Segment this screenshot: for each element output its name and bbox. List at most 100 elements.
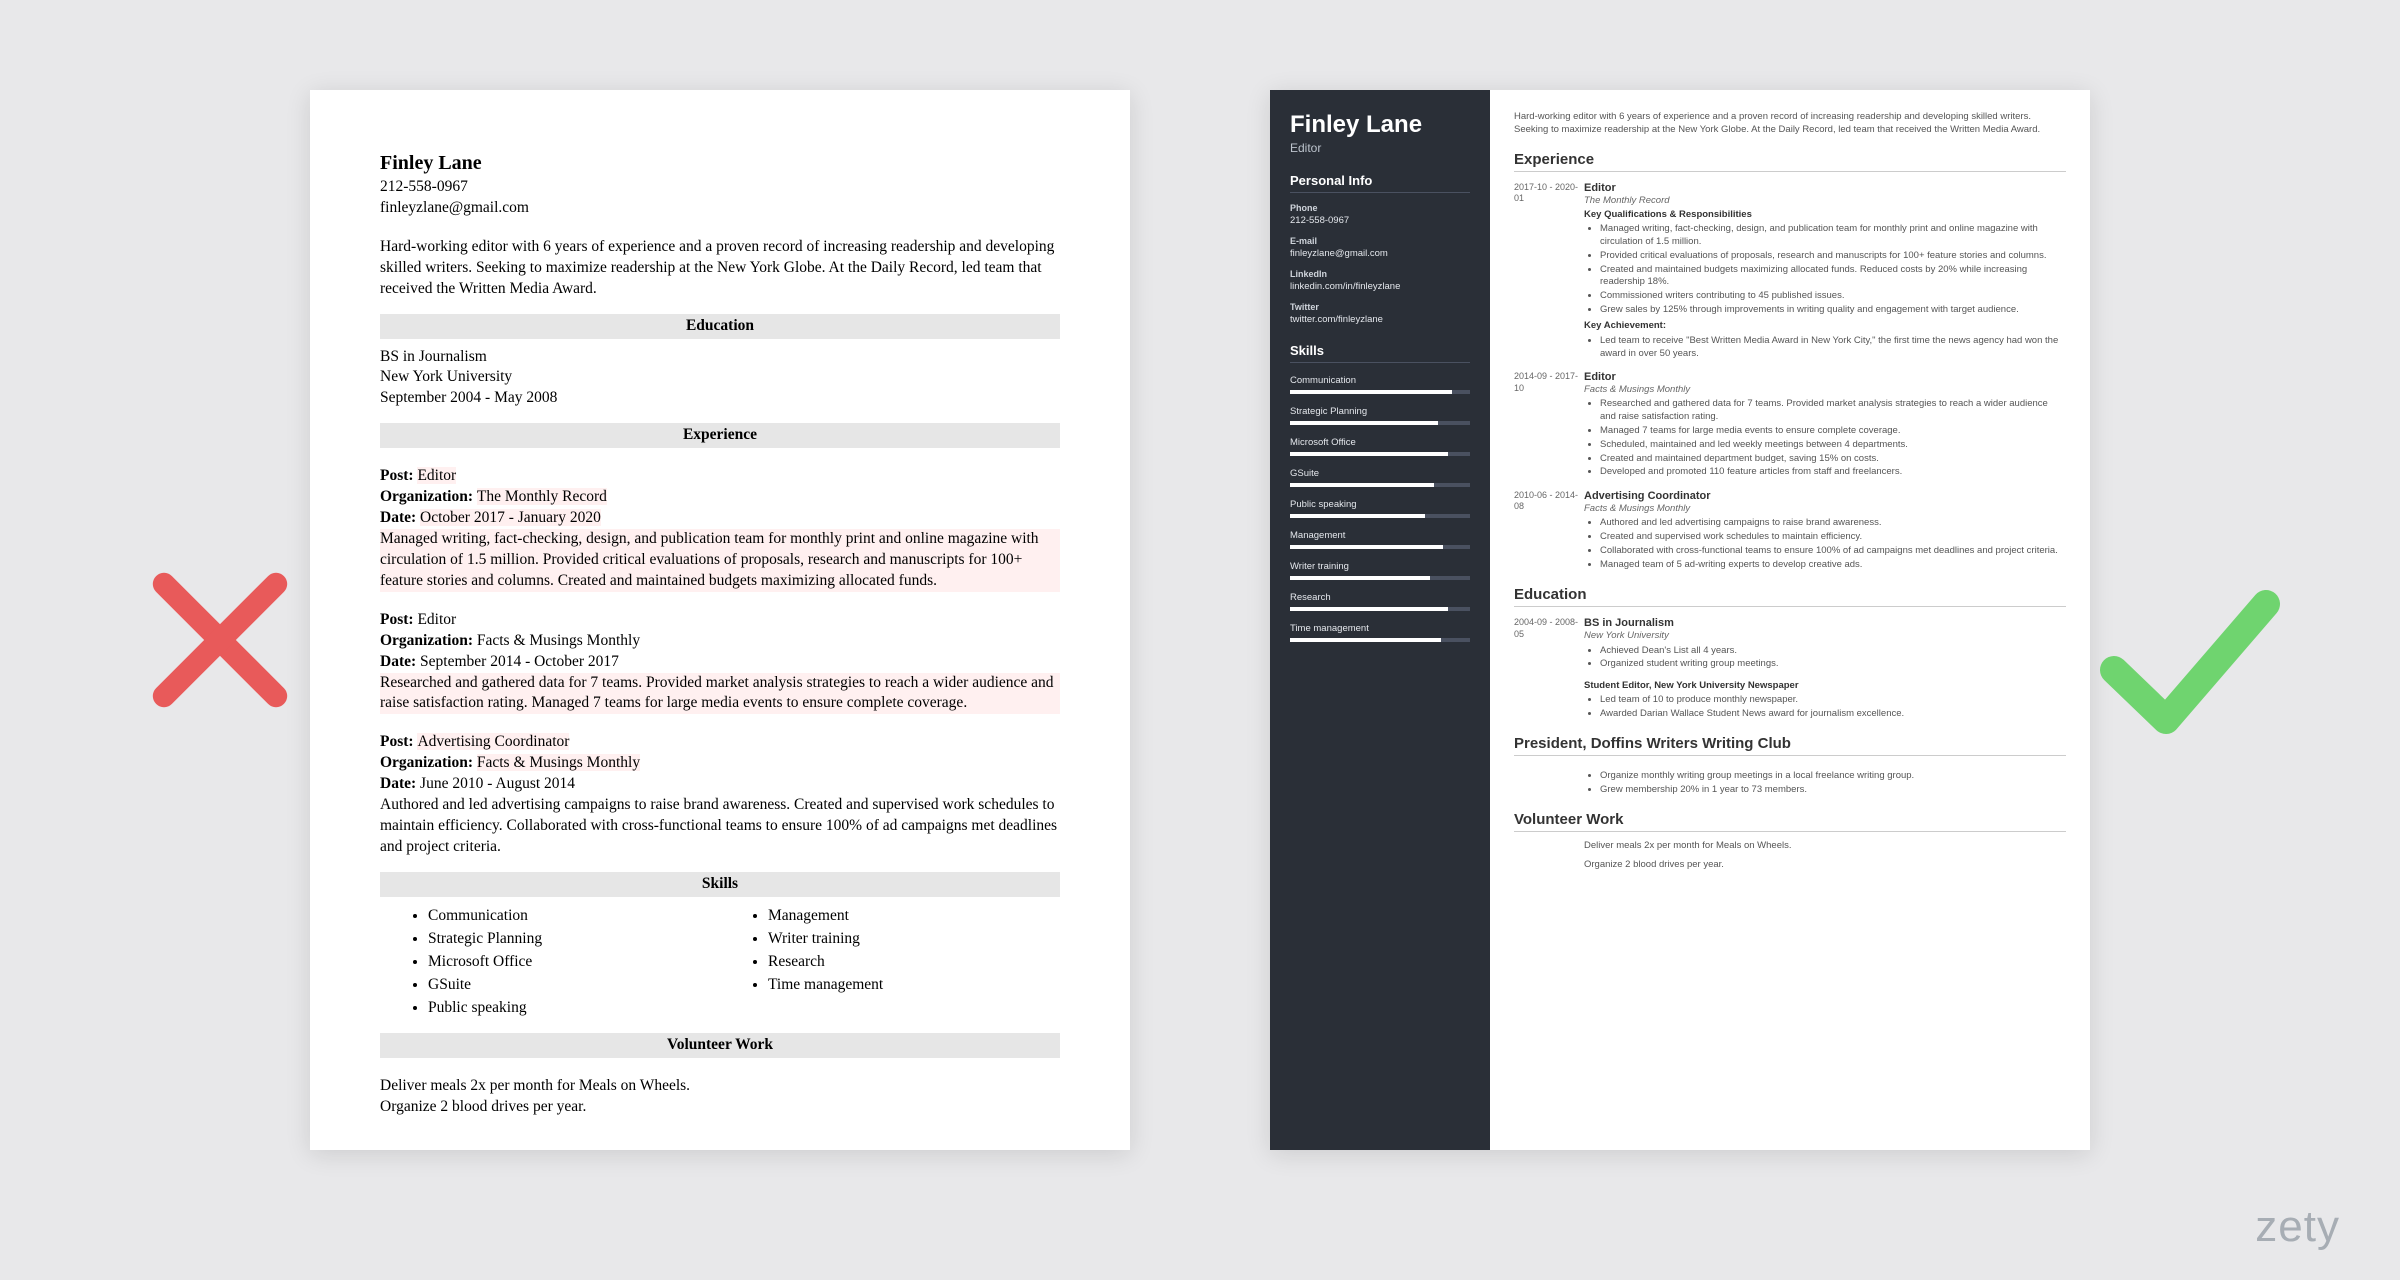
exp-title: Editor bbox=[1584, 371, 2066, 383]
info-value: finleyzlane@gmail.com bbox=[1290, 248, 1470, 259]
exp-dates: 2017-10 - 2020-01 bbox=[1514, 182, 1584, 361]
skill-bar bbox=[1290, 576, 1470, 580]
edu-dates: September 2004 - May 2008 bbox=[380, 388, 1060, 409]
exp-3: Post:Advertising Coordinator Organizatio… bbox=[380, 732, 1060, 858]
exp-bullet: Provided critical evaluations of proposa… bbox=[1600, 249, 2066, 263]
exp2-post: Editor bbox=[417, 611, 456, 628]
edu-bullet: Led team of 10 to produce monthly newspa… bbox=[1600, 694, 2066, 708]
section-volunteer: Volunteer Work bbox=[380, 1033, 1060, 1058]
exp-sub: Key Achievement: bbox=[1584, 320, 2066, 331]
club-bullet: Grew membership 20% in 1 year to 73 memb… bbox=[1600, 783, 2066, 797]
exp-dates: 2014-09 - 2017-10 bbox=[1514, 371, 1584, 480]
exp2-date: September 2014 - October 2017 bbox=[420, 653, 619, 670]
resume-left: Finley Lane 212-558-0967 finleyzlane@gma… bbox=[310, 90, 1130, 1150]
exp-title: Advertising Coordinator bbox=[1584, 490, 2066, 502]
resume-right: Finley Lane Editor Personal Info Phone21… bbox=[1270, 90, 2090, 1150]
phone: 212-558-0967 bbox=[380, 177, 1060, 198]
exp-bullet: Commissioned writers contributing to 45 … bbox=[1600, 290, 2066, 304]
info-value: twitter.com/finleyzlane bbox=[1290, 314, 1470, 325]
name: Finley Lane bbox=[1290, 112, 1470, 137]
exp-entry: 2010-06 - 2014-08Advertising Coordinator… bbox=[1514, 490, 2066, 572]
side-personal: Personal Info bbox=[1290, 173, 1470, 193]
skill-item: Communication bbox=[428, 905, 720, 928]
post-label: Post: bbox=[380, 467, 417, 484]
skill-name: GSuite bbox=[1290, 468, 1470, 479]
exp-bullet: Collaborated with cross-functional teams… bbox=[1600, 544, 2066, 558]
exp-bullet: Created and maintained budgets maximizin… bbox=[1600, 263, 2066, 290]
job-title: Editor bbox=[1290, 141, 1470, 155]
x-icon bbox=[140, 560, 300, 725]
edu-title: BS in Journalism bbox=[1584, 617, 2066, 629]
skill-bar bbox=[1290, 638, 1470, 642]
exp2-body: Researched and gathered data for 7 teams… bbox=[380, 673, 1060, 715]
exp-entry: 2017-10 - 2020-01EditorThe Monthly Recor… bbox=[1514, 182, 2066, 361]
heading-club: President, Doffins Writers Writing Club bbox=[1514, 735, 2066, 756]
exp3-org: Facts & Musings Monthly bbox=[477, 754, 640, 771]
exp3-post: Advertising Coordinator bbox=[417, 733, 569, 750]
side-skills: Skills bbox=[1290, 343, 1470, 363]
exp-bullet: Researched and gathered data for 7 teams… bbox=[1600, 398, 2066, 425]
skill-bar bbox=[1290, 545, 1470, 549]
email: finleyzlane@gmail.com bbox=[380, 198, 1060, 219]
skill-name: Time management bbox=[1290, 623, 1470, 634]
exp-dates: 2010-06 - 2014-08 bbox=[1514, 490, 1584, 572]
exp-entry: 2014-09 - 2017-10EditorFacts & Musings M… bbox=[1514, 371, 2066, 480]
exp-1: Post:Editor Organization:The Monthly Rec… bbox=[380, 466, 1060, 592]
skill-item: Time management bbox=[768, 974, 1060, 997]
skill-bar bbox=[1290, 390, 1470, 394]
section-skills: Skills bbox=[380, 872, 1060, 897]
exp-bullet: Authored and led advertising campaigns t… bbox=[1600, 517, 2066, 531]
exp-sub: Key Qualifications & Responsibilities bbox=[1584, 209, 2066, 220]
exp-org: Facts & Musings Monthly bbox=[1584, 384, 2066, 395]
main-column: Hard-working editor with 6 years of expe… bbox=[1490, 90, 2090, 1150]
skill-item: Strategic Planning bbox=[428, 928, 720, 951]
exp-bullet: Managed writing, fact-checking, design, … bbox=[1600, 223, 2066, 250]
date-label: Date: bbox=[380, 509, 420, 526]
skill-name: Management bbox=[1290, 530, 1470, 541]
skill-item: Microsoft Office bbox=[428, 951, 720, 974]
exp1-post: Editor bbox=[417, 467, 456, 484]
volunteer-lines: Deliver meals 2x per month for Meals on … bbox=[380, 1076, 1060, 1118]
skill-name: Communication bbox=[1290, 375, 1470, 386]
edu-degree: BS in Journalism bbox=[380, 347, 1060, 368]
skill-bar bbox=[1290, 607, 1470, 611]
skill-item: Writer training bbox=[768, 928, 1060, 951]
skill-item: Management bbox=[768, 905, 1060, 928]
exp1-org: The Monthly Record bbox=[477, 488, 607, 505]
exp-org: The Monthly Record bbox=[1584, 195, 2066, 206]
exp-bullet: Created and supervised work schedules to… bbox=[1600, 531, 2066, 545]
club-bullet: Organize monthly writing group meetings … bbox=[1600, 769, 2066, 783]
info-value: linkedin.com/in/finleyzlane bbox=[1290, 281, 1470, 292]
edu-bullet: Awarded Darian Wallace Student News awar… bbox=[1600, 707, 2066, 721]
summary: Hard-working editor with 6 years of expe… bbox=[380, 237, 1060, 300]
exp-title: Editor bbox=[1584, 182, 2066, 194]
section-experience: Experience bbox=[380, 423, 1060, 448]
exp3-body: Authored and led advertising campaigns t… bbox=[380, 795, 1060, 858]
info-value: 212-558-0967 bbox=[1290, 215, 1470, 226]
info-label: LinkedIn bbox=[1290, 269, 1470, 279]
exp-bullet: Led team to receive "Best Written Media … bbox=[1600, 334, 2066, 361]
check-icon bbox=[2090, 560, 2290, 765]
skill-item: Research bbox=[768, 951, 1060, 974]
heading-volunteer: Volunteer Work bbox=[1514, 811, 2066, 832]
exp-bullet: Managed team of 5 ad-writing experts to … bbox=[1600, 558, 2066, 572]
sidebar: Finley Lane Editor Personal Info Phone21… bbox=[1270, 90, 1490, 1150]
exp-bullet: Scheduled, maintained and led weekly mee… bbox=[1600, 438, 2066, 452]
exp1-body: Managed writing, fact-checking, design, … bbox=[380, 529, 1060, 592]
exp1-date: October 2017 - January 2020 bbox=[420, 509, 601, 526]
skill-name: Strategic Planning bbox=[1290, 406, 1470, 417]
skill-name: Research bbox=[1290, 592, 1470, 603]
skill-bar bbox=[1290, 452, 1470, 456]
section-education: Education bbox=[380, 314, 1060, 339]
edu-dates: 2004-09 - 2008-05 bbox=[1514, 617, 1584, 721]
edu-entry: 2004-09 - 2008-05 BS in Journalism New Y… bbox=[1514, 617, 2066, 721]
exp-bullet: Created and maintained department budget… bbox=[1600, 452, 2066, 466]
volunteer-line: Organize 2 blood drives per year. bbox=[380, 1097, 1060, 1118]
skill-bar bbox=[1290, 421, 1470, 425]
volunteer-line: Organize 2 blood drives per year. bbox=[1514, 859, 2066, 870]
edu-school: New York University bbox=[380, 367, 1060, 388]
skill-item: Public speaking bbox=[428, 997, 720, 1020]
exp-org: Facts & Musings Monthly bbox=[1584, 503, 2066, 514]
heading-experience: Experience bbox=[1514, 151, 2066, 172]
name: Finley Lane bbox=[380, 150, 1060, 177]
